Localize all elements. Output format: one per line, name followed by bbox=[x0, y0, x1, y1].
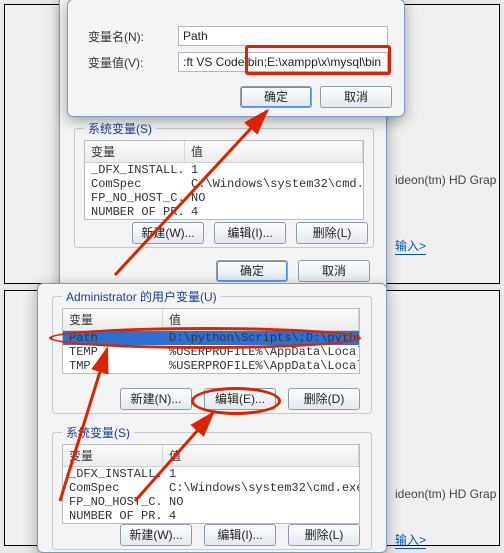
delete-sysvar-button[interactable]: 删除(L) bbox=[296, 222, 368, 244]
table-header: 变量 值 bbox=[63, 445, 359, 467]
input-variable-name[interactable]: Path bbox=[178, 26, 388, 46]
group-user-variables-label: Administrator 的用户变量(U) bbox=[62, 288, 221, 305]
cell-name: TMP bbox=[63, 359, 163, 373]
cell-name: FP_NO_HOST_C.. bbox=[63, 495, 163, 509]
col-value[interactable]: 值 bbox=[163, 309, 359, 330]
cell-name: ComSpec bbox=[85, 177, 185, 191]
delete-sysvar-button[interactable]: 删除(L) bbox=[288, 524, 360, 546]
table-row[interactable]: TMP%USERPROFILE%\AppData\Local\Temp bbox=[63, 359, 359, 373]
cell-value: NO bbox=[163, 495, 359, 509]
input-variable-value-value: :ft VS Code\bin;E:\xampp\x\mysql\bin bbox=[183, 55, 381, 69]
table-row[interactable]: FP_NO_HOST_C..NO bbox=[63, 495, 359, 509]
cell-name: NUMBER OF PR.. bbox=[85, 205, 185, 219]
table-row[interactable]: NUMBER OF PR..4 bbox=[85, 205, 363, 219]
input-variable-value[interactable]: :ft VS Code\bin;E:\xampp\x\mysql\bin bbox=[178, 52, 388, 72]
table-row[interactable]: _DFX_INSTALL..1 bbox=[85, 163, 363, 177]
cell-name: Path bbox=[63, 331, 163, 345]
cell-value: C:\Windows\system32\cmd.exe bbox=[185, 177, 363, 191]
cell-value: %USERPROFILE%\AppData\Local\Temp bbox=[163, 359, 359, 373]
table-row[interactable]: PathD:\python\Scripts\;D:\python\;D.. bbox=[63, 331, 359, 345]
edit-sysvar-button[interactable]: 编辑(I)... bbox=[204, 524, 276, 546]
new-sysvar-button[interactable]: 新建(W)... bbox=[132, 222, 204, 244]
ok-button[interactable]: 确定 bbox=[240, 86, 312, 108]
cell-name: TEMP bbox=[63, 345, 163, 359]
cell-value: 4 bbox=[163, 509, 359, 523]
table-row[interactable]: TEMP%USERPROFILE%\AppData\Local\Temp bbox=[63, 345, 359, 359]
col-value[interactable]: 值 bbox=[185, 141, 363, 162]
table-system-variables[interactable]: 变量 值 _DFX_INSTALL..1ComSpecC:\Windows\sy… bbox=[62, 444, 360, 524]
col-name[interactable]: 变量 bbox=[63, 445, 163, 466]
group-user-variables-suffix: 的用户变量(U) bbox=[137, 290, 217, 304]
cell-value: %USERPROFILE%\AppData\Local\Temp bbox=[163, 345, 359, 359]
cell-name: FP_NO_HOST_C.. bbox=[85, 191, 185, 205]
envvars-cancel-button[interactable]: 取消 bbox=[298, 260, 370, 282]
cell-value: 1 bbox=[185, 163, 363, 177]
cell-value: 4 bbox=[185, 205, 363, 219]
screenshot-bottom: ideon(tm) HD Grap 输入> Administrator 的用户变… bbox=[4, 290, 500, 546]
bg-device-text: ideon(tm) HD Grap bbox=[395, 487, 496, 501]
screenshot-top: ideon(tm) HD Grap 输入> 系统变量(S) 变量 值 _DFX_… bbox=[4, 4, 500, 284]
new-uservar-button[interactable]: 新建(N)... bbox=[120, 388, 192, 410]
table-header: 变量 值 bbox=[85, 141, 363, 163]
table-row[interactable]: FP_NO_HOST_C..NO bbox=[85, 191, 363, 205]
cell-name: _DFX_INSTALL.. bbox=[85, 163, 185, 177]
bg-device-text: ideon(tm) HD Grap bbox=[395, 173, 496, 187]
edit-sysvar-button[interactable]: 编辑(I)... bbox=[214, 222, 286, 244]
new-sysvar-button[interactable]: 新建(W)... bbox=[120, 524, 192, 546]
col-value[interactable]: 值 bbox=[163, 445, 359, 466]
bg-input-link[interactable]: 输入> bbox=[395, 237, 426, 255]
table-user-variables[interactable]: 变量 值 PathD:\python\Scripts\;D:\python\;D… bbox=[62, 308, 360, 374]
col-name[interactable]: 变量 bbox=[63, 309, 163, 330]
dialog-env-vars: Administrator 的用户变量(U) 变量 值 PathD:\pytho… bbox=[37, 283, 387, 553]
table-row[interactable]: _DFX_INSTALL..1 bbox=[63, 467, 359, 481]
table-row[interactable]: ComSpecC:\Windows\system32\cmd.exe bbox=[63, 481, 359, 495]
table-system-variables[interactable]: 变量 值 _DFX_INSTALL..1ComSpecC:\Windows\sy… bbox=[84, 140, 364, 220]
dialog-edit-variable: 变量名(N): Path 变量值(V): :ft VS Code\bin;E:\… bbox=[67, 0, 405, 117]
cancel-button[interactable]: 取消 bbox=[320, 86, 392, 108]
bg-input-link[interactable]: 输入> bbox=[395, 531, 426, 549]
cell-name: NUMBER OF PR.. bbox=[63, 509, 163, 523]
group-system-variables-label: 系统变量(S) bbox=[84, 120, 156, 137]
cell-value: 1 bbox=[163, 467, 359, 481]
cell-value: NO bbox=[185, 191, 363, 205]
label-variable-value: 变量值(V): bbox=[88, 54, 143, 71]
delete-uservar-button[interactable]: 删除(D) bbox=[288, 388, 360, 410]
edit-uservar-button[interactable]: 编辑(E)... bbox=[204, 388, 276, 410]
table-row[interactable]: ComSpecC:\Windows\system32\cmd.exe bbox=[85, 177, 363, 191]
input-variable-name-value: Path bbox=[183, 29, 208, 43]
table-header: 变量 值 bbox=[63, 309, 359, 331]
col-name[interactable]: 变量 bbox=[85, 141, 185, 162]
group-system-variables-label: 系统变量(S) bbox=[62, 424, 134, 441]
label-variable-name: 变量名(N): bbox=[88, 28, 144, 45]
cell-value: C:\Windows\system32\cmd.exe bbox=[163, 481, 359, 495]
cell-name: _DFX_INSTALL.. bbox=[63, 467, 163, 481]
table-row[interactable]: NUMBER OF PR..4 bbox=[63, 509, 359, 523]
cell-value: D:\python\Scripts\;D:\python\;D.. bbox=[163, 331, 359, 345]
group-user-variables-admin: Administrator bbox=[66, 290, 137, 304]
cell-name: ComSpec bbox=[63, 481, 163, 495]
envvars-ok-button[interactable]: 确定 bbox=[216, 260, 288, 282]
